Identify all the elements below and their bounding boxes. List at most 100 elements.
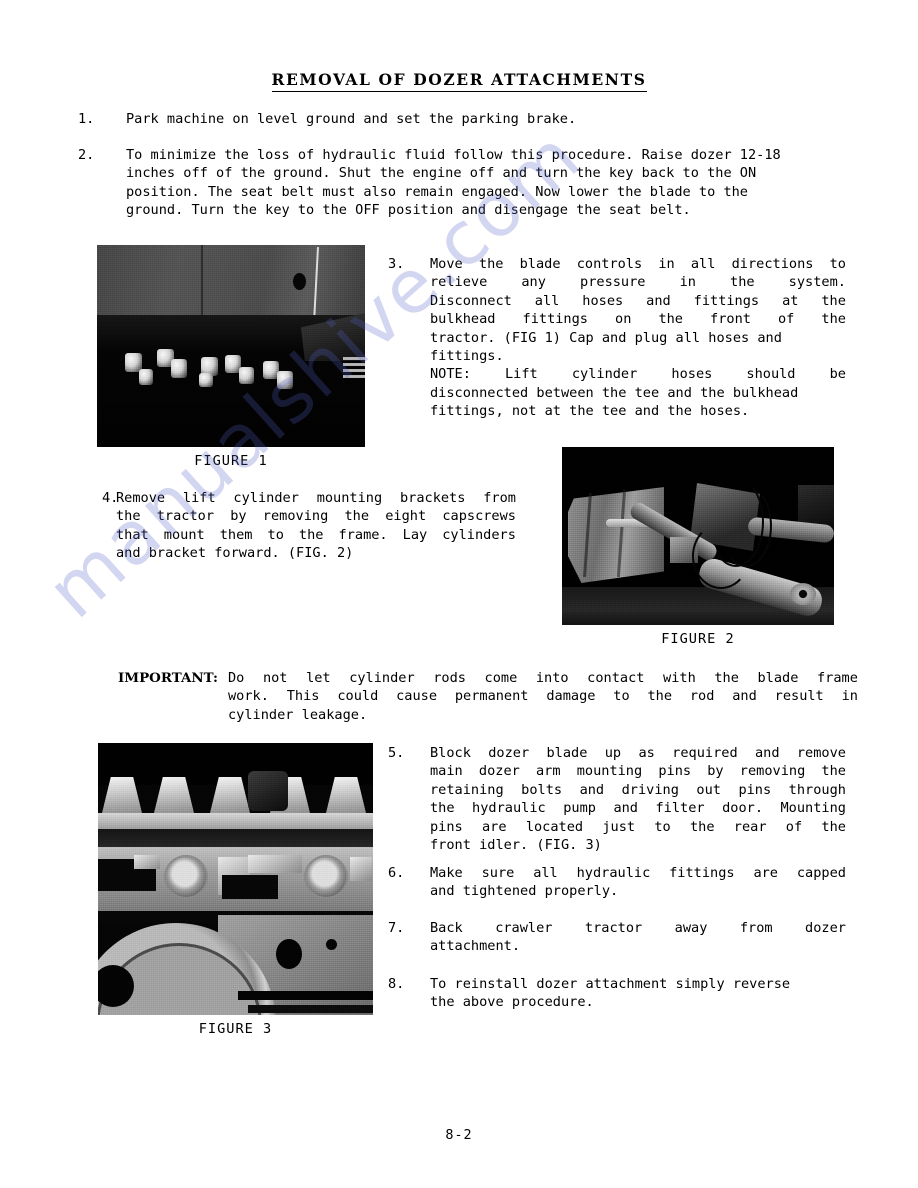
figure-2: FIGURE 2	[562, 447, 834, 647]
step-3-line-3-text: fittings	[522, 311, 588, 328]
step-2-body: To minimize the loss of hydraulic fluid …	[126, 146, 888, 220]
step-4-line-2-text: that	[116, 526, 149, 543]
step-5-line-1: main dozer arm mounting pins by removing the	[430, 762, 846, 780]
step-4-line-2-text: mount	[163, 526, 205, 543]
step-7-line-0: Back crawler tractor away from dozer	[430, 919, 846, 937]
step-2-line-1: inches off of the ground. Shut the engin…	[126, 165, 757, 182]
step-3-line-6-text: Lift	[505, 366, 538, 383]
step-4-number: 4.	[102, 490, 119, 506]
step-3-line-4-text: tractor. (FIG 1) Cap and plug all hoses …	[430, 329, 782, 346]
step-3-line-1-text: any	[521, 274, 546, 291]
step-4-line-2-text: frame.	[338, 526, 388, 543]
step-5: 5. Block dozer blade up as required and remove …	[388, 744, 846, 854]
fig3-grain	[98, 743, 373, 1015]
step-3-line-3-text: on	[615, 311, 632, 328]
step-5-line-5: front idler. (FIG. 3)	[430, 836, 846, 854]
page-title-text: REMOVAL OF DOZER ATTACHMENTS	[271, 70, 647, 92]
important-line-0-text: the	[714, 670, 739, 686]
step-2-line-3: ground. Turn the key to the OFF position…	[126, 202, 691, 219]
step-4-line-2-text: to	[267, 526, 284, 543]
step-5-line-3-text: hydraulic	[472, 800, 546, 817]
step-3-line-6-text: NOTE:	[430, 366, 471, 383]
step-5-line-3-text: pump	[563, 800, 596, 817]
step-3-line-6-text: be	[829, 366, 846, 383]
step-4-body: Remove lift cylinder mounting brackets from t…	[116, 489, 516, 563]
step-5-line-2-text: and	[579, 781, 605, 798]
step-8-line-1: the above procedure.	[430, 993, 846, 1011]
step-3-line-2-text: at	[782, 292, 799, 309]
step-4-line-3-text: and bracket forward. (FIG. 2)	[116, 545, 354, 562]
document-page: manualshive.com REMOVAL OF DOZER ATTACHM…	[0, 0, 918, 1188]
step-7-number: 7.	[388, 920, 405, 936]
step-7-line-0-text: dozer	[805, 920, 846, 936]
step-8: 8. To reinstall dozer attachment simply …	[388, 975, 846, 1012]
step-5-line-1-text: arm	[535, 763, 561, 780]
step-4-line-1-text: capscrews	[442, 508, 516, 525]
step-3-line-8-text: fittings, not at the tee and the hoses.	[430, 403, 750, 420]
important-line-0-text: frame	[816, 670, 858, 686]
step-5-line-1-text: the	[821, 763, 846, 780]
step-6-line-1-text: and tightened properly.	[430, 883, 619, 900]
step-5-line-0: Block dozer blade up as required and remove	[430, 744, 846, 762]
step-5-line-1-text: by	[707, 763, 724, 780]
step-5-line-3-text: and	[613, 800, 638, 817]
figure-3: FIGURE 3	[98, 743, 373, 1037]
step-5-line-2-text: driving	[621, 781, 679, 798]
step-3-line-3-text: bulkhead	[430, 311, 496, 328]
step-3-line-0-text: to	[829, 256, 846, 272]
important-line-1-text: work.	[228, 688, 269, 705]
step-6-body: Make sure all hydraulic fittings are capped an…	[430, 864, 846, 901]
figure-3-caption: FIGURE 3	[198, 1021, 273, 1037]
step-6-line-0-text: fittings	[669, 865, 735, 881]
step-6-line-0-text: are	[753, 865, 778, 881]
step-7-line-1: attachment.	[430, 937, 846, 955]
important-body: Do not let cylinder rods come into contact with t…	[228, 669, 858, 724]
step-3-line-0-text: Move	[430, 256, 463, 272]
step-2-line-2: position. The seat belt must also remain…	[126, 183, 748, 200]
step-3-line-2-text: fittings	[693, 292, 760, 309]
step-6-line-1: and tightened properly.	[430, 882, 846, 900]
step-7-line-1-text: attachment.	[430, 938, 521, 955]
step-3-line-6-text: should	[746, 366, 796, 383]
step-4-line-0-text: cylinder	[233, 490, 299, 506]
step-5-line-0-text: blade	[546, 745, 588, 761]
step-4-line-0-text: from	[483, 490, 516, 506]
step-3-line-2-text: Disconnect	[430, 292, 512, 309]
figure-2-caption: FIGURE 2	[661, 631, 735, 647]
step-7-line-0-text: away	[674, 920, 708, 936]
step-5-line-1-text: removing	[739, 763, 806, 780]
step-5-line-2-text: through	[788, 781, 846, 798]
step-6-line-0-text: capped	[796, 865, 846, 881]
step-4-line-2-text: them	[219, 526, 253, 543]
important-line-0-text: with	[663, 670, 696, 686]
step-3-number: 3.	[388, 256, 405, 272]
step-6-line-0-text: Make	[430, 865, 463, 881]
step-3: 3. Move the blade controls in all directions to…	[388, 255, 846, 421]
step-3-line-0-text: in	[658, 256, 675, 272]
important-line-2: cylinder leakage.	[228, 706, 858, 724]
step-3-line-6: NOTE: Lift cylinder hoses should be	[430, 365, 846, 383]
step-5-line-2-text: out	[696, 781, 721, 798]
step-5-line-4-text: located	[525, 818, 584, 835]
important-line-1-text: damage	[546, 688, 596, 705]
step-4-line-1-text: removing	[262, 508, 329, 525]
fig1-grain	[97, 245, 365, 447]
important-line-1-text: rod	[689, 688, 715, 705]
page-title: REMOVAL OF DOZER ATTACHMENTS	[0, 70, 918, 92]
step-6-line-0-text: sure	[481, 865, 515, 881]
important-line-0-text: into	[535, 670, 569, 686]
important-line-0-text: blade	[757, 670, 799, 686]
figure-1-caption: FIGURE 1	[194, 453, 268, 469]
important-line-1-text: to	[613, 688, 630, 705]
step-3-line-1-text: relieve	[430, 274, 488, 291]
step-8-number: 8.	[388, 976, 405, 992]
step-5-body: Block dozer blade up as required and remove mai…	[430, 744, 846, 854]
step-6-line-0-text: hydraulic	[576, 865, 651, 881]
step-4-line-2-text: cylinders	[442, 526, 516, 543]
figure-2-image	[562, 447, 834, 625]
step-6-line-0: Make sure all hydraulic fittings are capped	[430, 864, 846, 882]
step-5-line-3-text: the	[430, 800, 455, 817]
step-5-line-4: pins are located just to the rear of the	[430, 818, 846, 836]
step-4-line-1-text: the	[344, 508, 370, 525]
important-line-1-text: and	[732, 688, 757, 705]
